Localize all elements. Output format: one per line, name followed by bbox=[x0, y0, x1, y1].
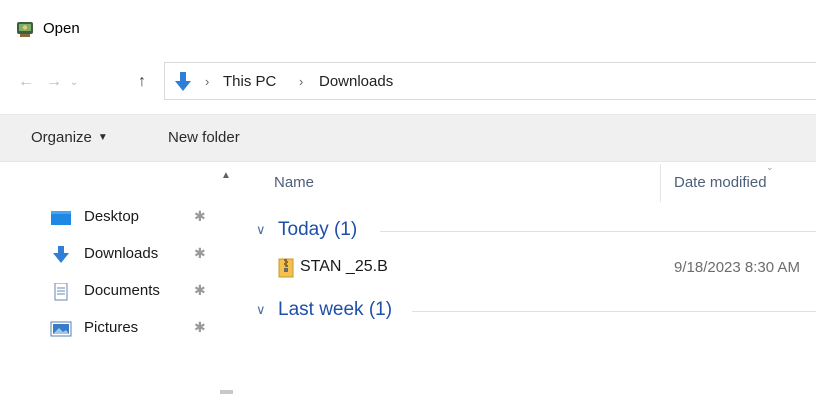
new-folder-button[interactable]: New folder bbox=[168, 129, 240, 146]
pin-icon[interactable]: ✱ bbox=[194, 319, 206, 336]
open-dialog-app-icon bbox=[17, 22, 33, 37]
pictures-icon bbox=[50, 321, 72, 337]
sort-indicator-icon: ⌄ bbox=[766, 162, 774, 172]
scroll-up-icon[interactable]: ▲ bbox=[221, 170, 231, 181]
group-header-today[interactable]: ∨ Today (1) bbox=[256, 216, 816, 246]
sidebar-item-label: Desktop bbox=[84, 208, 140, 225]
desktop-icon bbox=[51, 211, 71, 225]
pin-icon[interactable]: ✱ bbox=[194, 208, 206, 225]
group-divider bbox=[412, 311, 816, 312]
address-bar[interactable]: › This PC › Downloads bbox=[164, 62, 816, 100]
group-divider bbox=[380, 231, 816, 232]
sidebar-item-documents[interactable]: Documents ✱ bbox=[48, 278, 218, 304]
documents-icon bbox=[54, 283, 68, 301]
file-list: Name ⌄ Date modified ∨ Today (1) STAN _2… bbox=[234, 162, 816, 397]
downloads-arrow-icon bbox=[175, 72, 191, 91]
breadcrumb-this-pc[interactable]: This PC bbox=[223, 73, 276, 90]
file-row[interactable]: STAN _25.B 9/18/2023 8:30 AM bbox=[278, 254, 816, 282]
chevron-down-icon[interactable]: ∨ bbox=[256, 222, 266, 238]
file-name: STAN _25.B bbox=[300, 258, 388, 275]
chevron-down-icon: ▼ bbox=[97, 132, 108, 143]
column-header-name[interactable]: Name bbox=[274, 174, 314, 191]
column-divider[interactable] bbox=[660, 164, 661, 202]
group-label: Today (1) bbox=[278, 219, 358, 240]
downloads-icon bbox=[53, 246, 69, 263]
zip-archive-icon bbox=[278, 258, 294, 278]
navigation-scrollbar[interactable]: ▲ bbox=[218, 162, 234, 397]
sidebar-item-label: Documents bbox=[84, 282, 160, 299]
navigation-pane: Desktop ✱ Downloads ✱ Documents ✱ Pictur… bbox=[0, 162, 226, 397]
breadcrumb-separator: › bbox=[299, 74, 304, 89]
chevron-down-icon[interactable]: ⌄ bbox=[66, 70, 82, 94]
group-header-last-week[interactable]: ∨ Last week (1) bbox=[256, 296, 816, 326]
title-bar: Open bbox=[0, 0, 816, 58]
sidebar-item-desktop[interactable]: Desktop ✱ bbox=[48, 204, 218, 230]
window-title: Open bbox=[43, 20, 80, 37]
file-date-modified: 9/18/2023 8:30 AM bbox=[674, 259, 800, 276]
group-label: Last week (1) bbox=[278, 299, 393, 320]
sidebar-item-label: Pictures bbox=[84, 319, 139, 336]
scrollbar-thumb[interactable] bbox=[220, 390, 233, 394]
sidebar-item-downloads[interactable]: Downloads ✱ bbox=[48, 241, 218, 267]
arrow-left-icon[interactable]: ← bbox=[14, 70, 38, 94]
breadcrumb-separator: › bbox=[205, 74, 210, 89]
chevron-down-icon[interactable]: ∨ bbox=[256, 302, 266, 318]
command-bar: Organize ▼ New folder bbox=[0, 114, 816, 162]
organize-label: Organize bbox=[31, 129, 92, 146]
address-row: ← → ⌄ ↑ › This PC › Downloads bbox=[0, 58, 816, 106]
organize-button[interactable]: Organize ▼ bbox=[31, 129, 108, 146]
arrow-right-icon[interactable]: → bbox=[42, 70, 66, 94]
column-header-date-modified[interactable]: Date modified bbox=[674, 174, 767, 191]
arrow-up-icon[interactable]: ↑ bbox=[130, 70, 154, 94]
pin-icon[interactable]: ✱ bbox=[194, 245, 206, 262]
sidebar-item-pictures[interactable]: Pictures ✱ bbox=[48, 315, 218, 341]
breadcrumb-downloads[interactable]: Downloads bbox=[319, 73, 393, 90]
sidebar-item-label: Downloads bbox=[84, 245, 159, 262]
pin-icon[interactable]: ✱ bbox=[194, 282, 206, 299]
